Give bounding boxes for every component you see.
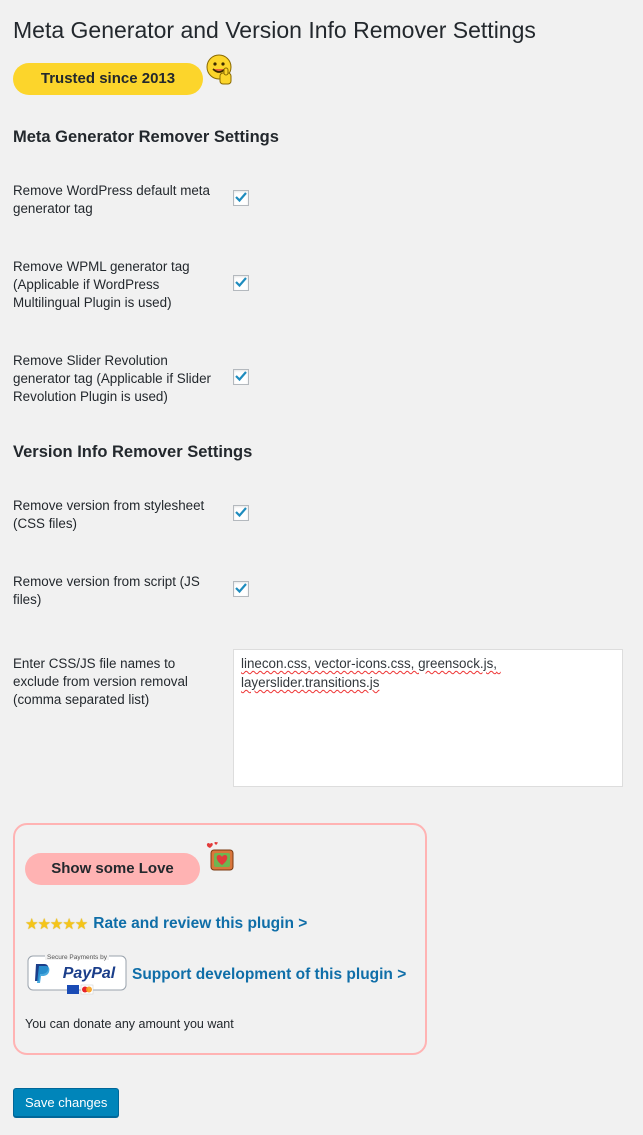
trusted-badge: Trusted since 2013 xyxy=(13,63,203,95)
settings-page: Meta Generator and Version Info Remover … xyxy=(0,0,643,792)
setting-field xyxy=(233,580,249,602)
save-changes-button[interactable]: Save changes xyxy=(13,1088,120,1117)
support-development-link[interactable]: Support development of this plugin > xyxy=(132,966,406,984)
setting-label: Remove version from stylesheet (CSS file… xyxy=(13,498,205,531)
checkmark-icon xyxy=(235,370,247,381)
setting-row-wpml-generator: Remove WPML generator tag (Applicable if… xyxy=(13,258,630,312)
donate-note: You can donate any amount you want xyxy=(25,1017,234,1031)
setting-field xyxy=(233,368,249,390)
checkmark-icon xyxy=(235,191,247,202)
checkbox-remove-css-version[interactable] xyxy=(233,504,249,521)
show-love-box: Show some Love ★★★★★ Rate and review thi… xyxy=(13,823,427,1055)
checkbox-remove-wpml-generator[interactable] xyxy=(233,274,249,291)
paypal-secure-text: Secure Payments by xyxy=(47,954,108,961)
setting-row-remove-css-version: Remove version from stylesheet (CSS file… xyxy=(13,497,630,533)
heart-gift-box-icon xyxy=(206,842,234,871)
setting-field xyxy=(233,189,249,211)
checkbox-remove-wordpress-generator[interactable] xyxy=(233,189,249,206)
checkbox-remove-js-version[interactable] xyxy=(233,580,249,597)
setting-row-exclude-files: Enter CSS/JS file names to exclude from … xyxy=(13,649,630,792)
setting-label: Remove WordPress default meta generator … xyxy=(13,183,210,216)
rate-review-row: ★★★★★ Rate and review this plugin > xyxy=(25,915,307,933)
rate-review-link[interactable]: Rate and review this plugin > xyxy=(93,915,307,933)
version-section-title: Version Info Remover Settings xyxy=(13,443,253,461)
star-rating-icon: ★★★★★ xyxy=(25,916,88,933)
setting-label: Remove WPML generator tag (Applicable if… xyxy=(13,259,190,310)
setting-field xyxy=(233,274,249,296)
page-title: Meta Generator and Version Info Remover … xyxy=(13,17,536,43)
setting-label: Remove version from script (JS files) xyxy=(13,574,200,607)
checkmark-icon xyxy=(235,276,247,287)
show-love-badge: Show some Love xyxy=(25,853,200,885)
trusted-row: Trusted since 2013 xyxy=(13,54,630,97)
thumbs-up-smiley-icon xyxy=(206,54,232,85)
checkmark-icon xyxy=(235,582,247,593)
paypal-brand-text: PayPal xyxy=(63,965,116,982)
support-row: Secure Payments by PayPal Support develo… xyxy=(27,953,406,997)
setting-row-slider-revolution-generator: Remove Slider Revolution generator tag (… xyxy=(13,352,630,406)
setting-label: Remove Slider Revolution generator tag (… xyxy=(13,353,211,404)
exclude-files-textarea[interactable]: linecon.css, vector-icons.css, greensock… xyxy=(233,649,623,787)
checkmark-icon xyxy=(235,506,247,517)
setting-label: Enter CSS/JS file names to exclude from … xyxy=(13,656,188,707)
setting-row-remove-js-version: Remove version from script (JS files) xyxy=(13,573,630,609)
setting-row-wordpress-generator: Remove WordPress default meta generator … xyxy=(13,182,630,218)
setting-field xyxy=(233,504,249,526)
paypal-logo-icon[interactable]: Secure Payments by PayPal xyxy=(27,953,127,997)
setting-field: linecon.css, vector-icons.css, greensock… xyxy=(233,649,623,792)
checkbox-remove-slider-revolution-generator[interactable] xyxy=(233,368,249,385)
meta-section-title: Meta Generator Remover Settings xyxy=(13,128,279,146)
